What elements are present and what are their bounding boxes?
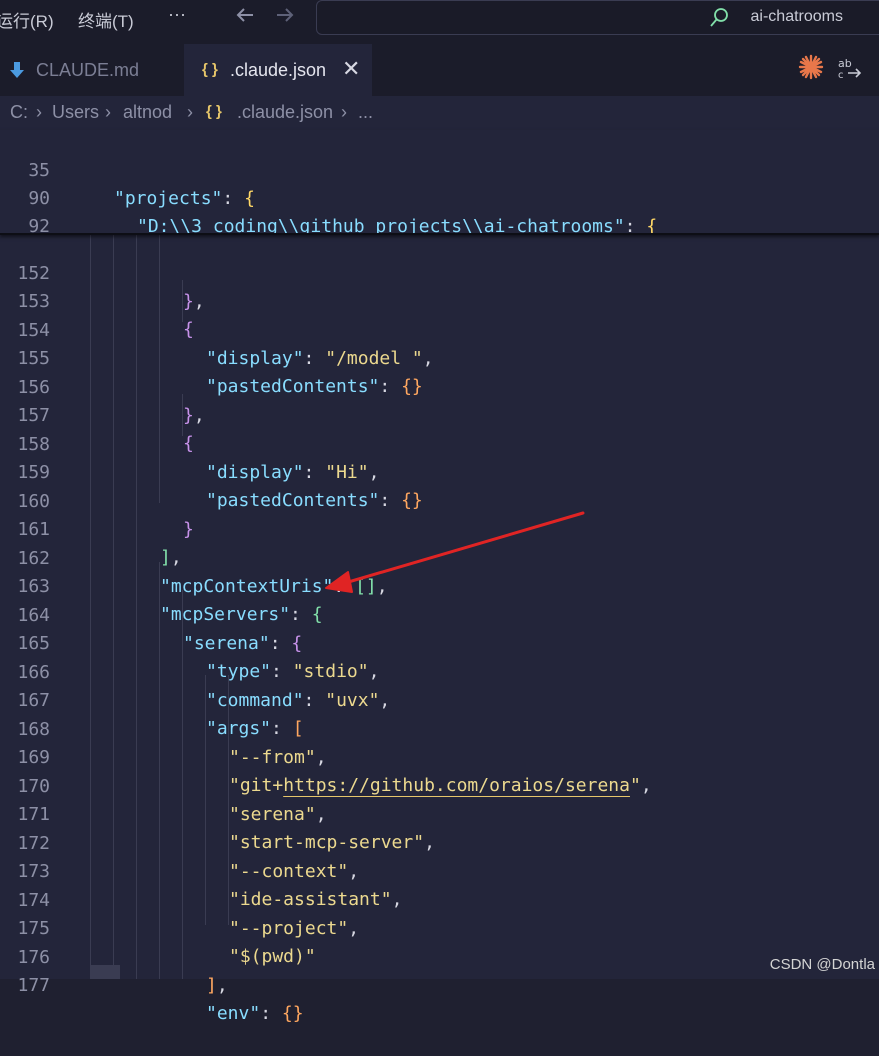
- annotation-arrow: [325, 511, 585, 593]
- code-text: "env": {}: [206, 1003, 304, 1024]
